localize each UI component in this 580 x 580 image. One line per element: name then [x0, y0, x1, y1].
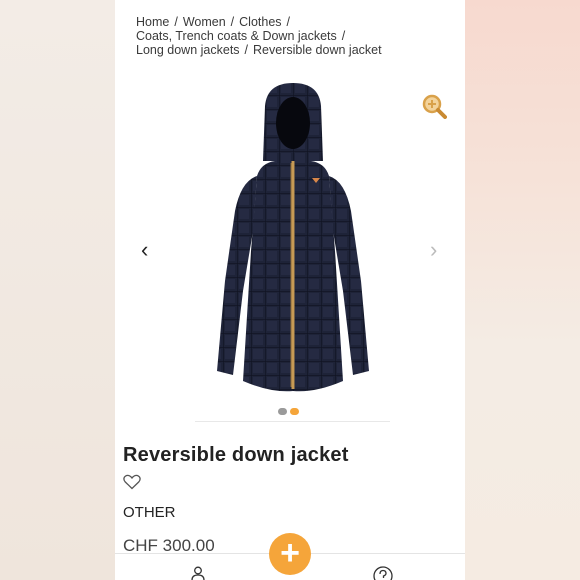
- background-left: [0, 0, 115, 580]
- breadcrumb-clothes[interactable]: Clothes: [239, 15, 281, 29]
- heart-icon[interactable]: [123, 474, 141, 490]
- divider: [195, 421, 390, 422]
- breadcrumb-coats[interactable]: Coats, Trench coats & Down jackets: [136, 29, 337, 43]
- breadcrumb-home[interactable]: Home: [136, 15, 169, 29]
- zoom-in-icon[interactable]: [421, 93, 447, 119]
- breadcrumb-women[interactable]: Women: [183, 15, 226, 29]
- gallery-dot[interactable]: [278, 408, 287, 415]
- product-image: [217, 83, 369, 392]
- breadcrumb-separator: /: [286, 15, 291, 29]
- breadcrumb-separator: /: [341, 29, 346, 43]
- gallery-dots: [278, 408, 299, 415]
- add-to-cart-button[interactable]: +: [269, 533, 311, 575]
- breadcrumb-long-down-jackets[interactable]: Long down jackets: [136, 43, 240, 57]
- phone-screen: Home / Women / Clothes / Coats, Trench coats …: [115, 0, 465, 580]
- breadcrumb-separator: /: [230, 15, 235, 29]
- product-gallery[interactable]: ‹ ›: [115, 75, 465, 425]
- breadcrumb-current: Reversible down jacket: [253, 43, 382, 57]
- gallery-dot-active[interactable]: [290, 408, 299, 415]
- breadcrumb-separator: /: [174, 15, 178, 29]
- product-brand: OTHER: [123, 504, 176, 521]
- background-right: [465, 0, 580, 580]
- breadcrumb-separator: /: [244, 43, 249, 57]
- chevron-left-icon[interactable]: ‹: [141, 239, 148, 261]
- chevron-right-icon[interactable]: ›: [430, 239, 437, 261]
- help-icon[interactable]: [373, 566, 393, 580]
- product-title: Reversible down jacket: [123, 444, 349, 466]
- breadcrumb: Home / Women / Clothes / Coats, Trench coats …: [136, 15, 436, 57]
- user-icon[interactable]: [191, 566, 205, 580]
